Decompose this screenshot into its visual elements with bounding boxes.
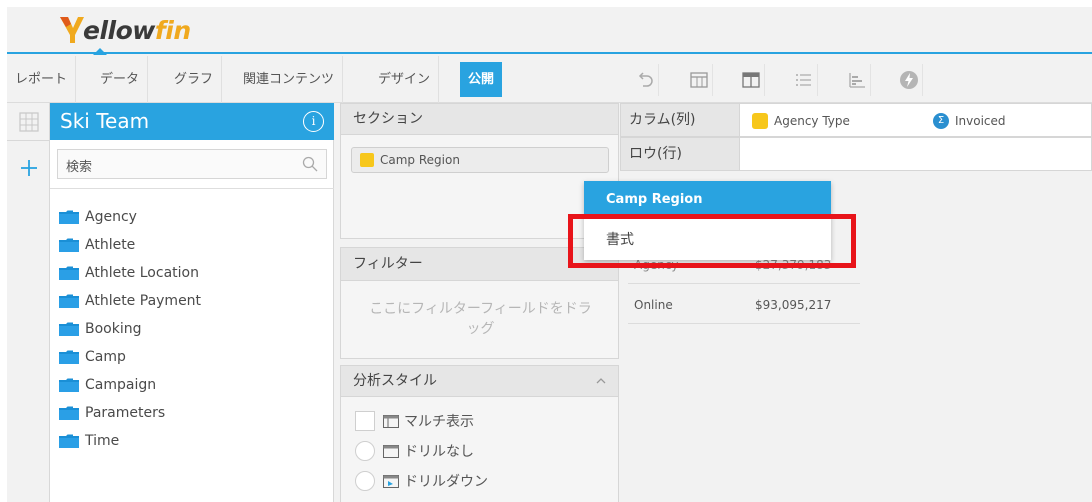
info-icon[interactable]: i: [303, 111, 324, 132]
folder-list: Agency Athlete Athlete Location Athlete …: [59, 203, 201, 455]
field-config-column: セクション Camp Region フィルター ここにフィルターフィールドをドラ…: [340, 103, 619, 502]
style-option-label: ドリルなし: [404, 444, 474, 460]
dimension-icon: [752, 113, 768, 129]
view-title-text: Ski Team: [60, 109, 150, 133]
folder-label: Parameters: [85, 405, 166, 421]
folder-item[interactable]: Booking: [59, 315, 201, 343]
folder-icon: [59, 238, 79, 252]
folder-icon: [59, 406, 79, 420]
menu-bar: レポート データ グラフ 関連コンテンツ デザイン 公開: [7, 56, 1092, 103]
sigma-icon: Σ: [933, 113, 949, 129]
style-option-label: マルチ表示: [404, 414, 474, 430]
section-field-chip[interactable]: Camp Region: [351, 147, 609, 173]
lightning-icon[interactable]: [895, 64, 923, 96]
columns-label: カラム(列): [620, 103, 740, 137]
folder-item[interactable]: Athlete Payment: [59, 287, 201, 315]
search-icon[interactable]: [302, 156, 318, 172]
style-option-label: ドリルダウン: [404, 474, 488, 490]
column-field-agency-type[interactable]: Agency Type: [752, 112, 850, 130]
filter-hint-line1: ここにフィルターフィールドをドラ: [369, 301, 592, 317]
view-title: Ski Team i: [50, 103, 334, 140]
folder-label: Athlete Payment: [85, 293, 202, 309]
table-row-divider: [628, 323, 860, 324]
folder-item[interactable]: Parameters: [59, 399, 201, 427]
folder-item[interactable]: Campaign: [59, 371, 201, 399]
folder-item[interactable]: Agency: [59, 203, 201, 231]
rows-label: ロウ(行): [620, 137, 740, 171]
search-input[interactable]: 検索: [66, 156, 92, 175]
folder-label: Agency: [85, 209, 137, 225]
list-icon[interactable]: [790, 64, 818, 96]
section-field-label: Camp Region: [380, 153, 460, 167]
logo-y-mark: [60, 17, 84, 43]
table-row-divider: [628, 283, 860, 284]
folder-icon: [59, 294, 79, 308]
columns-drop-area[interactable]: Agency Type Σ Invoiced: [740, 103, 1092, 137]
folder-label: Athlete: [85, 237, 136, 253]
column-field-label: Agency Type: [774, 114, 850, 128]
app-window: ellowfin レポート データ グラフ 関連コンテンツ デザイン 公開 Sk…: [7, 7, 1092, 502]
logo-text: ellowfin: [83, 15, 191, 45]
table-plain-icon: [383, 444, 399, 458]
section-header: セクション: [340, 103, 619, 135]
folder-icon: [59, 350, 79, 364]
folder-label: Camp: [85, 349, 126, 365]
menu-report[interactable]: レポート: [7, 56, 77, 103]
checkbox[interactable]: [355, 411, 375, 431]
folder-item[interactable]: Time: [59, 427, 201, 455]
grid-icon[interactable]: [18, 111, 40, 133]
data-panel: Ski Team i 検索 Agency Athlete Athlete Loc…: [50, 103, 334, 502]
style-option-drill-down[interactable]: ドリルダウン: [355, 469, 488, 493]
report-canvas: カラム(列) Agency Type Σ Invoiced ロウ(行) Agen…: [620, 103, 1092, 502]
logo-caret: [93, 48, 107, 55]
folder-label: Campaign: [85, 377, 157, 393]
search-box[interactable]: 検索: [57, 149, 327, 179]
radio-button[interactable]: [355, 441, 375, 461]
folder-icon: [59, 322, 79, 336]
highlight-annotation: [568, 214, 856, 268]
rows-drop-area[interactable]: [740, 137, 1092, 171]
folder-item[interactable]: Camp: [59, 343, 201, 371]
menu-design[interactable]: デザイン: [370, 56, 440, 103]
undo-icon[interactable]: [631, 64, 659, 96]
folder-label: Booking: [85, 321, 142, 337]
column-field-label: Invoiced: [955, 114, 1006, 128]
menu-chart[interactable]: グラフ: [166, 56, 223, 103]
yellowfin-logo[interactable]: ellowfin: [59, 13, 191, 47]
folder-item[interactable]: Athlete: [59, 231, 201, 259]
multi-view-icon: [383, 414, 399, 428]
dimension-icon: [360, 153, 374, 167]
folder-label: Time: [85, 433, 120, 449]
analysis-style-header[interactable]: 分析スタイル: [340, 365, 619, 397]
strip-divider: [7, 140, 50, 141]
table-icon[interactable]: [685, 64, 713, 96]
panel-divider: [50, 188, 334, 189]
table-cell-value: $93,095,217: [755, 298, 832, 312]
layout-icon[interactable]: [737, 64, 765, 96]
menu-publish[interactable]: 公開: [460, 62, 503, 97]
filter-drop-area[interactable]: ここにフィルターフィールドをドラ ッグ: [340, 281, 619, 359]
filter-hint-line2: ッグ: [466, 321, 495, 337]
folder-icon: [59, 266, 79, 280]
menu-related-content[interactable]: 関連コンテンツ: [235, 56, 344, 103]
analysis-style-label: 分析スタイル: [353, 373, 437, 389]
app-header: ellowfin: [7, 7, 1092, 55]
add-icon[interactable]: [18, 157, 40, 179]
radio-button[interactable]: [355, 471, 375, 491]
style-option-no-drill[interactable]: ドリルなし: [355, 439, 474, 463]
menu-data[interactable]: データ: [92, 56, 149, 103]
folder-label: Athlete Location: [85, 265, 199, 281]
table-row-label: Online: [634, 298, 673, 312]
folder-icon: [59, 378, 79, 392]
folder-icon: [59, 210, 79, 224]
style-option-multi[interactable]: マルチ表示: [355, 409, 474, 433]
chart-icon[interactable]: [843, 64, 871, 96]
column-field-invoiced[interactable]: Σ Invoiced: [933, 112, 1006, 130]
folder-icon: [59, 434, 79, 448]
left-icon-strip: [7, 103, 50, 502]
chevron-up-icon[interactable]: [596, 376, 606, 386]
drill-down-icon: [383, 474, 399, 488]
folder-item[interactable]: Athlete Location: [59, 259, 201, 287]
analysis-style-options: マルチ表示 ドリルなし ドリルダウン: [340, 397, 619, 502]
